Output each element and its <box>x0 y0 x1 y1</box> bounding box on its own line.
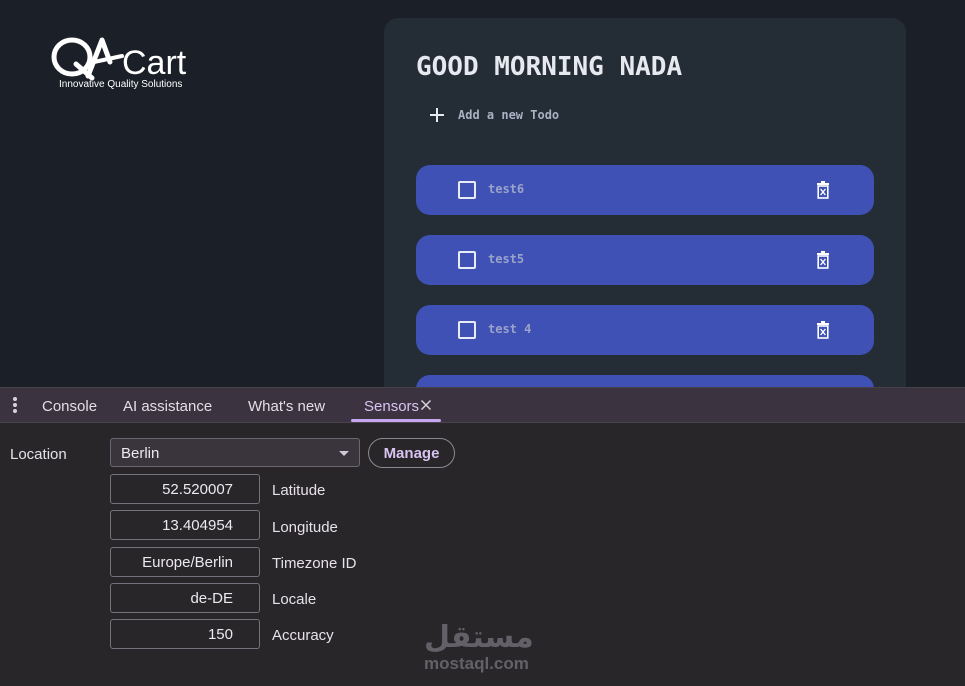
tab-sensors[interactable]: Sensors <box>364 398 419 415</box>
greeting-heading: GOOD MORNING NADA <box>416 52 683 82</box>
add-todo-label: Add a new Todo <box>458 108 560 122</box>
plus-icon <box>430 108 444 122</box>
close-icon[interactable] <box>420 399 432 411</box>
active-tab-indicator <box>351 419 441 422</box>
qacart-logo: Cart Innovative Quality Solutions <box>50 34 210 94</box>
tab-console[interactable]: Console <box>42 398 97 415</box>
logo-tagline: Innovative Quality Solutions <box>59 79 183 90</box>
accuracy-label: Accuracy <box>272 627 334 644</box>
todo-checkbox[interactable] <box>458 321 476 339</box>
location-select[interactable]: Berlin <box>110 438 360 467</box>
timezone-id-label: Timezone ID <box>272 555 357 572</box>
location-select-value: Berlin <box>121 445 160 462</box>
trash-icon[interactable] <box>816 251 830 269</box>
manage-button[interactable]: Manage <box>368 438 455 468</box>
mostaql-watermark: مستقل mostaql.com <box>422 620 544 680</box>
longitude-label: Longitude <box>272 519 338 536</box>
watermark-arabic: مستقل <box>424 620 534 655</box>
more-options-icon[interactable] <box>10 397 20 413</box>
watermark-latin: mostaql.com <box>424 654 529 673</box>
locale-input[interactable] <box>110 583 260 613</box>
todo-list: test6 test5 test 4 <box>416 165 874 388</box>
todo-text: test5 <box>488 252 525 266</box>
todo-panel: GOOD MORNING NADA Add a new Todo test6 t… <box>384 18 906 388</box>
locale-label: Locale <box>272 591 317 608</box>
accuracy-input[interactable] <box>110 619 260 649</box>
todo-checkbox[interactable] <box>458 251 476 269</box>
qacart-logo-mark: Cart <box>51 37 187 82</box>
devtools-tab-bar: Console AI assistance What's new Sensors <box>0 388 965 423</box>
location-label: Location <box>10 446 67 463</box>
chevron-down-icon <box>339 451 349 456</box>
todo-app: Cart Innovative Quality Solutions GOOD M… <box>0 0 965 388</box>
svg-text:Cart: Cart <box>122 44 187 82</box>
todo-item: test6 <box>416 165 874 215</box>
todo-item: test5 <box>416 235 874 285</box>
latitude-label: Latitude <box>272 482 326 499</box>
tab-whats-new[interactable]: What's new <box>248 398 325 415</box>
latitude-input[interactable] <box>110 474 260 504</box>
longitude-input[interactable] <box>110 510 260 540</box>
todo-text: test6 <box>488 182 525 196</box>
trash-icon[interactable] <box>816 321 830 339</box>
todo-checkbox[interactable] <box>458 181 476 199</box>
timezone-id-input[interactable] <box>110 547 260 577</box>
todo-item: test 4 <box>416 305 874 355</box>
devtools-drawer: Console AI assistance What's new Sensors… <box>0 387 965 686</box>
todo-text: test 4 <box>488 322 532 336</box>
tab-ai-assistance[interactable]: AI assistance <box>123 398 212 415</box>
trash-icon[interactable] <box>816 181 830 199</box>
add-todo-button[interactable]: Add a new Todo <box>430 108 559 122</box>
